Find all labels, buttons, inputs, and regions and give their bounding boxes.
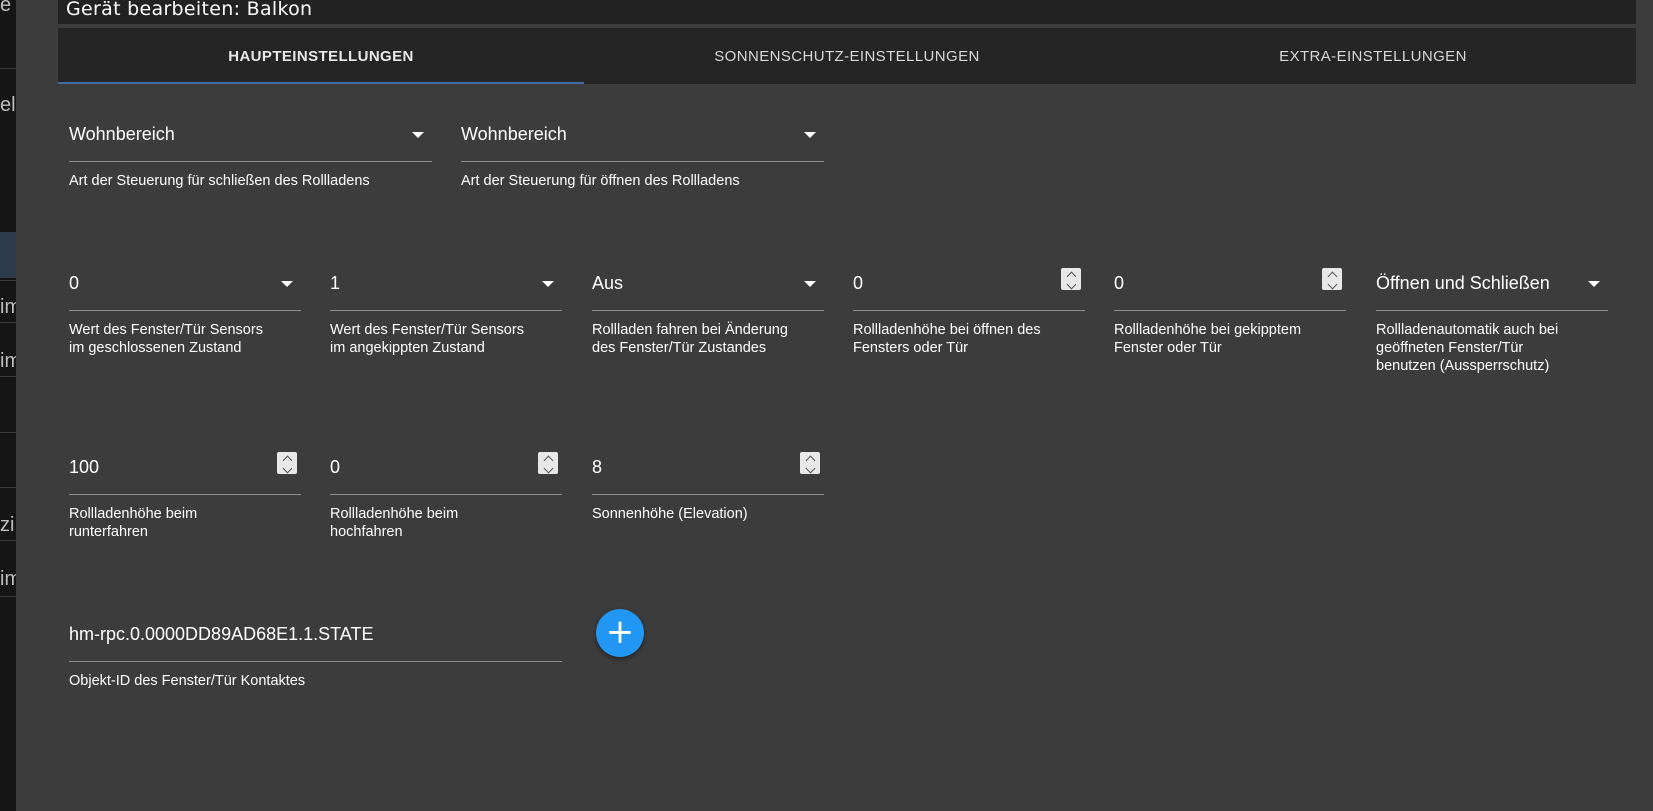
height-on-open-input[interactable]: 0 Rollladenhöhe bei öffnen des Fensters o… [853,268,1085,373]
dropdown-arrow-icon [804,132,816,138]
tab-extra-settings[interactable]: EXTRA-EINSTELLUNGEN [1110,28,1636,84]
field-label: Sonnenhöhe (Elevation) [592,506,748,522]
background-selected-item [0,232,16,278]
background-divider [0,376,16,377]
background-divider [0,487,16,488]
background-text: el [0,94,16,116]
field-underline [69,161,432,162]
input-value: 0 [330,457,341,477]
chevron-down-icon [1327,279,1337,290]
input-value: hm-rpc.0.0000DD89AD68E1.1.STATE [69,624,374,644]
number-spinner[interactable] [1061,268,1081,290]
sensor-closed-value-select[interactable]: 0 Wert des Fenster/Tür Sensors im geschlo… [69,273,301,373]
field-label: Art der Steuerung für öffnen des Rolllad… [461,173,740,189]
number-spinner[interactable] [277,452,297,474]
field-underline [69,494,301,495]
select-value: 1 [330,273,341,293]
background-app [0,0,16,811]
field-underline [1376,310,1608,311]
height-down-input[interactable]: 100 Rollladenhöhe beim runterfahren [69,452,301,557]
select-value: 0 [69,273,80,293]
field-underline [69,661,562,662]
field-label: Rollladenhöhe beim runterfahren [69,506,198,540]
plus-icon: + [605,612,635,652]
background-text: zi [0,514,15,536]
background-text: im [0,296,16,318]
tab-sun-protection-settings[interactable]: SONNENSCHUTZ-EINSTELLUNGEN [584,28,1110,84]
height-up-input[interactable]: 0 Rollladenhöhe beim hochfahren [330,452,562,557]
sun-elevation-input[interactable]: 8 Sonnenhöhe (Elevation) [592,452,824,537]
field-label: Wert des Fenster/Tür Sensors im angekippt… [330,322,524,356]
select-value: Öffnen und Schließen [1376,273,1550,293]
field-underline [1114,310,1346,311]
background-divider [0,322,16,323]
number-spinner[interactable] [800,452,820,474]
background-divider [0,540,16,541]
input-value: 100 [69,457,100,477]
number-spinner[interactable] [1322,268,1342,290]
add-object-button[interactable]: + [596,609,644,657]
field-label: Rollladenhöhe bei gekipptem Fenster oder … [1114,322,1302,356]
background-text: im [0,350,16,372]
input-value: 0 [853,273,864,293]
move-on-state-change-select[interactable]: Aus Rollladen fahren bei Änderung des Fen… [592,273,824,373]
sensor-tilted-value-select[interactable]: 1 Wert des Fenster/Tür Sensors im angekip… [330,273,562,373]
chevron-down-icon [282,463,292,474]
dialog-title: Gerät bearbeiten: Balkon [58,0,1636,24]
select-value: Aus [592,273,624,293]
lockout-protection-select[interactable]: Öffnen und Schließen Rollladenautomatik … [1376,273,1608,383]
close-control-type-select[interactable]: Wohnbereich Art der Steuerung für schlie… [69,124,432,194]
edit-device-dialog: Gerät bearbeiten: Balkon HAUPTEINSTELLUN… [16,0,1653,811]
chevron-down-icon [805,463,815,474]
window-contact-object-id-input[interactable]: hm-rpc.0.0000DD89AD68E1.1.STATE Objekt-I… [69,624,562,694]
field-label: Objekt-ID des Fenster/Tür Kontaktes [69,673,306,689]
chevron-down-icon [1066,279,1076,290]
field-underline [461,161,824,162]
background-text: im [0,568,16,590]
background-divider [0,432,16,433]
field-underline [853,310,1085,311]
field-label: Art der Steuerung für schließen des Roll… [69,173,370,189]
field-underline [69,310,301,311]
dropdown-arrow-icon [412,132,424,138]
field-underline [330,494,562,495]
dropdown-arrow-icon [281,281,293,287]
field-underline [592,494,824,495]
select-value: Wohnbereich [69,124,175,144]
open-control-type-select[interactable]: Wohnbereich Art der Steuerung für öffnen… [461,124,824,194]
height-on-tilt-input[interactable]: 0 Rollladenhöhe bei gekipptem Fenster ode… [1114,268,1346,373]
dropdown-arrow-icon [804,281,816,287]
tab-bar: HAUPTEINSTELLUNGEN SONNENSCHUTZ-EINSTELL… [58,28,1636,84]
field-label: Rollladen fahren bei Änderung des Fenster… [592,322,788,356]
background-divider [0,596,16,597]
select-value: Wohnbereich [461,124,567,144]
background-divider [0,68,16,69]
chevron-down-icon [543,463,553,474]
field-label: Rollladenhöhe bei öffnen des Fensters ode… [853,322,1041,356]
input-value: 8 [592,457,603,477]
background-divider [0,280,16,281]
field-label: Rollladenautomatik auch bei geöffneten Fe… [1376,322,1559,374]
number-spinner[interactable] [538,452,558,474]
field-label: Wert des Fenster/Tür Sensors im geschloss… [69,322,263,356]
dropdown-arrow-icon [542,281,554,287]
field-underline [592,310,824,311]
tab-main-settings[interactable]: HAUPTEINSTELLUNGEN [58,28,584,84]
field-label: Rollladenhöhe beim hochfahren [330,506,459,540]
dropdown-arrow-icon [1588,281,1600,287]
background-text: e [0,0,12,16]
input-value: 0 [1114,273,1125,293]
field-underline [330,310,562,311]
